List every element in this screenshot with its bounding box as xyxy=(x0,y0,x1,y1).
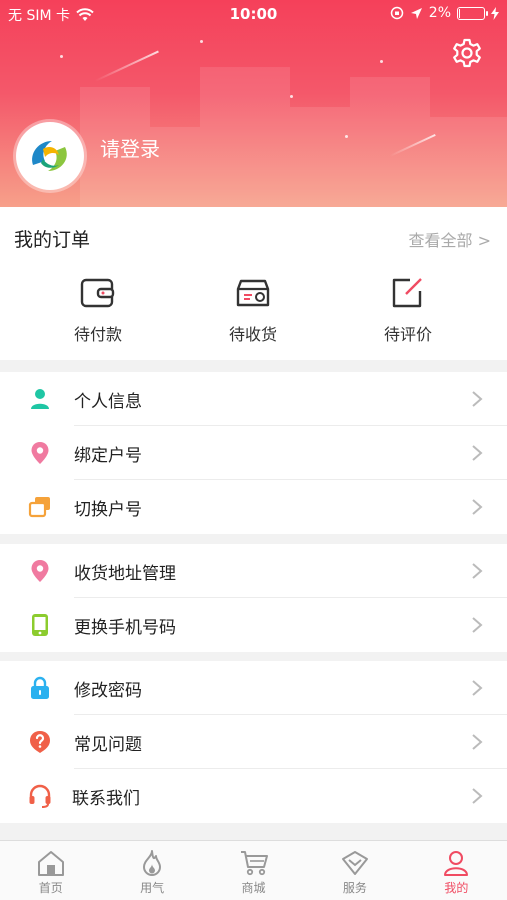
lock-icon xyxy=(31,676,49,699)
order-label: 待付款 xyxy=(73,325,122,344)
my-orders-section: 我的订单 查看全部 > 待付款 待收货 待评价 xyxy=(0,207,507,360)
order-pending-receipt[interactable]: 待收货 xyxy=(198,277,308,345)
menu-item-bind-account[interactable]: 绑定户号 xyxy=(0,426,507,480)
skyline-building xyxy=(200,67,290,207)
chevron-right-icon xyxy=(472,680,483,696)
star-dot xyxy=(60,55,63,58)
tab-label: 服务 xyxy=(342,881,367,895)
menu-item-contact-us[interactable]: 联系我们 xyxy=(0,769,507,823)
menu-item-faq[interactable]: 常见问题 xyxy=(0,715,507,769)
login-link[interactable]: 请登录 xyxy=(100,133,160,162)
menu-group-support: 修改密码 常见问题 联系我们 xyxy=(0,661,507,823)
profile-header: 无 SIM 卡 10:00 2% 请登录 xyxy=(0,0,507,207)
chevron-right-icon xyxy=(472,788,483,804)
diamond-icon xyxy=(341,851,368,875)
menu-item-label: 常见问题 xyxy=(74,735,142,755)
menu-item-label: 联系我们 xyxy=(72,789,140,809)
skyline-building xyxy=(430,117,507,207)
switch-cards-icon xyxy=(28,497,50,518)
tab-label: 用气 xyxy=(140,881,165,895)
view-all-orders-link[interactable]: 查看全部 > xyxy=(409,227,492,251)
tab-label: 首页 xyxy=(38,881,63,895)
menu-item-label: 收货地址管理 xyxy=(74,564,176,584)
flame-icon xyxy=(143,850,162,876)
menu-item-switch-account[interactable]: 切换户号 xyxy=(0,480,507,534)
chevron-right-icon xyxy=(472,445,483,461)
menu-item-change-phone[interactable]: 更换手机号码 xyxy=(0,598,507,652)
edit-icon xyxy=(392,278,422,308)
order-pending-review[interactable]: 待评价 xyxy=(353,277,463,345)
order-label: 待收货 xyxy=(228,325,277,344)
order-pending-payment[interactable]: 待付款 xyxy=(43,277,153,345)
menu-group-account: 个人信息 绑定户号 切换户号 xyxy=(0,372,507,534)
menu-item-change-password[interactable]: 修改密码 xyxy=(0,661,507,715)
question-icon xyxy=(30,731,50,753)
star-dot xyxy=(380,60,383,63)
order-label: 待评价 xyxy=(383,325,432,344)
chevron-right-icon xyxy=(472,617,483,633)
meteor-streak xyxy=(94,50,159,82)
gear-icon[interactable] xyxy=(450,36,484,70)
menu-item-label: 修改密码 xyxy=(74,681,142,701)
menu-item-label: 个人信息 xyxy=(74,392,142,412)
charging-bolt-icon xyxy=(491,6,499,20)
delivery-box-icon xyxy=(236,279,270,307)
menu-item-label: 绑定户号 xyxy=(74,446,142,466)
chevron-right-icon xyxy=(472,391,483,407)
bottom-tab-bar: 首页 用气 商城 服务 我的 xyxy=(0,840,507,900)
tab-gas-usage[interactable]: 用气 xyxy=(101,841,202,900)
location-arrow-icon xyxy=(410,7,422,19)
chevron-right-icon xyxy=(472,734,483,750)
menu-item-personal-info[interactable]: 个人信息 xyxy=(0,372,507,426)
status-bar: 无 SIM 卡 10:00 2% xyxy=(0,0,507,28)
tab-home[interactable]: 首页 xyxy=(0,841,101,900)
tab-service[interactable]: 服务 xyxy=(304,841,405,900)
location-pin-icon xyxy=(31,442,49,464)
menu-item-label: 更换手机号码 xyxy=(74,618,176,638)
menu-item-address-management[interactable]: 收货地址管理 xyxy=(0,544,507,598)
tab-label: 我的 xyxy=(444,881,469,895)
tab-label: 商城 xyxy=(241,881,266,895)
star-dot xyxy=(290,95,293,98)
tab-mine[interactable]: 我的 xyxy=(406,841,507,900)
skyline-building xyxy=(290,107,350,207)
chevron-right-icon xyxy=(472,499,483,515)
wallet-icon xyxy=(80,278,115,308)
tab-mall[interactable]: 商城 xyxy=(203,841,304,900)
phone-icon xyxy=(32,614,48,636)
avatar[interactable] xyxy=(16,122,84,190)
orders-title: 我的订单 xyxy=(14,229,91,251)
location-pin-icon xyxy=(31,560,49,582)
orientation-lock-icon xyxy=(390,6,404,20)
battery-icon xyxy=(457,6,488,20)
chevron-right-icon xyxy=(472,563,483,579)
user-icon xyxy=(444,851,469,876)
battery-level xyxy=(459,8,460,18)
battery-percent: 2% xyxy=(428,5,451,21)
headset-icon xyxy=(29,784,51,808)
person-icon xyxy=(31,389,49,409)
star-dot xyxy=(345,135,348,138)
menu-group-contact: 收货地址管理 更换手机号码 xyxy=(0,544,507,652)
menu-item-label: 切换户号 xyxy=(74,500,142,520)
cart-icon xyxy=(240,851,268,876)
home-icon xyxy=(37,851,64,876)
company-logo xyxy=(32,141,67,171)
star-dot xyxy=(200,40,203,43)
